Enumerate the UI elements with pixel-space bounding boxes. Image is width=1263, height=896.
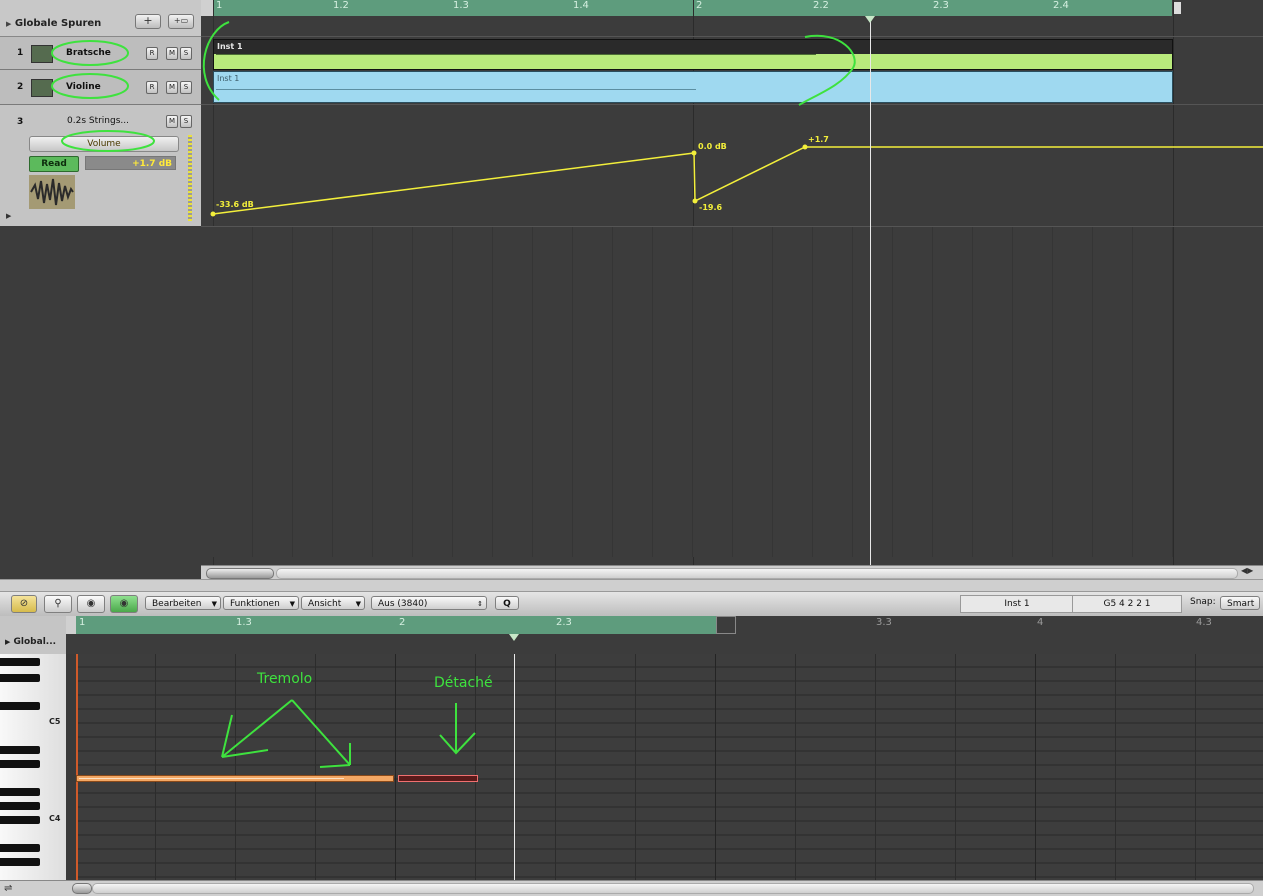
lower-grid [213,227,1173,557]
scroll-thumb[interactable] [72,883,92,894]
annotation-detache: Détaché [434,675,493,691]
edit-menu[interactable]: Bearbeiten ▼ [145,596,221,610]
dropdown-arrow-icon: ▼ [355,600,361,608]
piano-key[interactable] [0,682,66,697]
automation-point-label: -19.6 [699,203,723,212]
piano-black-key[interactable] [0,760,40,768]
ruler-tick: 4.3 [1196,617,1212,628]
piano-keyboard[interactable]: C5 C4 [0,654,66,880]
position-display: G5 4 2 2 1 [1072,595,1182,613]
annotation-marks [202,21,856,106]
add-folder-button[interactable]: +▭ [168,14,194,29]
track-list-empty-area [0,226,201,565]
piano-roll-horizontal-scrollbar[interactable]: ⇌ [0,880,1263,896]
dropdown-arrow-icon: ▼ [211,600,217,608]
link-icon[interactable]: ⊘ [11,595,37,613]
add-track-button[interactable]: + [135,14,161,29]
ruler-tick: 1.3 [236,617,252,628]
region-start-line [76,654,78,880]
ruler-tick: 3.3 [876,617,892,628]
ruler-tick: 1 [79,617,86,628]
dropdown-arrow-icon: ▼ [289,600,295,608]
annotation-tremolo: Tremolo [257,671,313,687]
piano-black-key[interactable] [0,802,40,810]
piano-black-key[interactable] [0,816,40,824]
arrange-horizontal-scrollbar[interactable]: ◀▶ [201,565,1263,580]
piano-roll-global-header: ▶ Global... [0,616,66,654]
ruler-tick: 2.3 [556,617,572,628]
ruler-left-cap [66,616,76,634]
ruler-tick: 4 [1037,617,1044,628]
snap-select[interactable]: Smart [1220,596,1260,610]
ruler-tick: 2 [399,617,406,628]
tool-icon[interactable]: ⇌ [4,883,12,894]
scroll-track [92,883,1254,894]
playhead[interactable] [514,654,515,880]
piano-key-c4[interactable]: C4 [0,814,66,837]
piano-black-key[interactable] [0,844,40,852]
snap-label: Snap: [1190,597,1216,607]
piano-black-key[interactable] [0,702,40,710]
automation-curve[interactable] [201,105,1263,227]
piano-black-key[interactable] [0,788,40,796]
disclosure-triangle-icon: ▶ [6,20,12,28]
piano-roll-ruler[interactable]: 1 1.3 2 2.3 [76,616,716,634]
quantize-button[interactable]: Q [495,596,519,610]
piano-roll-toolbar: ⊘ ⚲ ◉ ◉ Bearbeiten ▼ Funktionen ▼ Ansicht ▼… [0,591,1263,617]
keyboard-divider [66,654,76,880]
note-velocity-line [79,778,344,779]
scroll-track [276,568,1238,579]
key-label: C4 [49,814,61,823]
view-menu[interactable]: Ansicht ▼ [301,596,365,610]
bar-line [1035,654,1036,880]
global-tracks-toggle[interactable]: ▶ Globale Spuren [6,18,101,29]
note-tremolo[interactable] [76,775,394,782]
piano-black-key[interactable] [0,746,40,754]
annotation-circles [51,40,155,152]
midi-in-icon[interactable]: ◉ [77,595,105,613]
catch-icon[interactable]: ⚲ [44,595,72,613]
midi-out-icon[interactable]: ◉ [110,595,138,613]
automation-point-label: 0.0 dB [698,142,727,151]
piano-key[interactable] [0,864,66,880]
piano-black-key[interactable] [0,674,40,682]
scroll-thumb[interactable] [206,568,274,579]
region-name-display: Inst 1 [960,595,1074,613]
playhead-marker-icon[interactable] [509,634,519,641]
key-label: C5 [49,717,61,726]
region-end-marker[interactable] [716,616,736,634]
disclosure-triangle-icon[interactable]: ▶ [6,212,11,220]
piano-black-key[interactable] [0,658,40,666]
note-detache[interactable] [398,775,478,782]
functions-menu[interactable]: Funktionen ▼ [223,596,299,610]
global-tracks-toggle[interactable]: ▶ Global... [5,637,56,647]
piano-key[interactable] [0,766,66,781]
piano-black-key[interactable] [0,858,40,866]
automation-point-label: -33.6 dB [216,200,254,209]
arrange-area[interactable]: 1 1.2 1.3 1.4 2 2.2 2.3 2.4 Inst 1 Inst … [201,0,1263,565]
disclosure-triangle-icon: ▶ [5,638,11,646]
global-tracks-header: ▶ Globale Spuren + +▭ [0,0,201,37]
annotation-arrows [221,699,476,768]
piano-key-c5[interactable]: C5 [0,717,66,739]
scroll-arrows-icon[interactable]: ◀▶ [1241,566,1253,575]
stepper-arrows-icon: ⇕ [477,600,483,608]
bar-line [715,654,716,880]
quantize-select[interactable]: Aus (3840) ⇕ [371,596,487,610]
automation-point-label: +1.7 [808,135,829,144]
